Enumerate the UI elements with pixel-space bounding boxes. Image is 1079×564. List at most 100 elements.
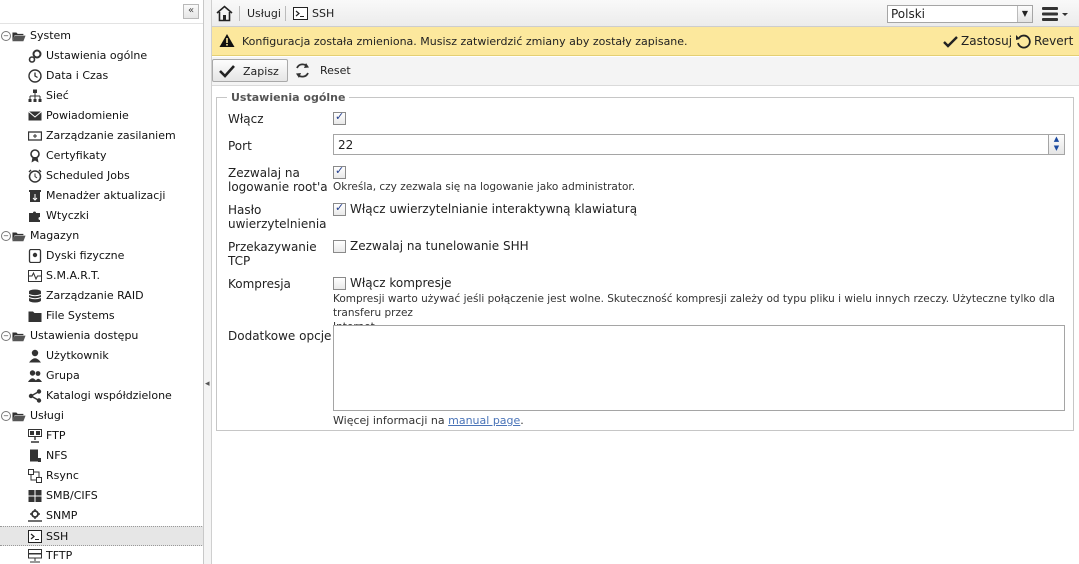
compression-checkbox[interactable] bbox=[333, 277, 346, 290]
reset-button[interactable]: Reset bbox=[292, 59, 362, 82]
home-icon[interactable] bbox=[216, 5, 233, 22]
checkmark-icon bbox=[219, 65, 235, 78]
port-value: 22 bbox=[338, 138, 354, 152]
ftp-icon bbox=[28, 429, 42, 443]
sidebar-item-ssh[interactable]: SSH bbox=[0, 526, 203, 546]
top-bar: Usługi SSH Polski ▼ bbox=[212, 0, 1079, 27]
breadcrumb-ssh[interactable]: SSH bbox=[312, 0, 334, 27]
port-input[interactable]: 22 ▲ ▼ bbox=[333, 134, 1065, 155]
collapse-node-icon[interactable]: − bbox=[1, 331, 11, 341]
more-info-period: . bbox=[520, 414, 524, 427]
sidebar-splitter[interactable]: ◂ bbox=[204, 0, 212, 564]
breadcrumb-separator bbox=[285, 6, 286, 21]
password-auth-checkbox[interactable] bbox=[333, 201, 346, 216]
form-toolbar: Zapisz Reset bbox=[212, 57, 1079, 86]
sidebar-item-label: SSH bbox=[46, 530, 69, 543]
compression-checkbox-label[interactable]: Włącz kompresje bbox=[350, 276, 452, 290]
sidebar-header: « bbox=[0, 0, 203, 24]
sidebar-item-label: FTP bbox=[46, 429, 66, 442]
tcp-forwarding-label-line1: Przekazywanie bbox=[228, 240, 317, 254]
rsync-icon bbox=[28, 469, 42, 483]
fieldset-legend: Ustawienia ogólne bbox=[227, 91, 350, 104]
password-auth-checkbox-label[interactable]: Włącz uwierzytelnianie interaktywną klaw… bbox=[350, 202, 637, 216]
sidebar-item-label: File Systems bbox=[46, 309, 115, 322]
terminal-icon bbox=[293, 7, 308, 20]
compression-label: Kompresja bbox=[228, 277, 291, 291]
tftp-icon bbox=[28, 549, 42, 563]
sidebar-item-label: SMB/CIFS bbox=[46, 489, 98, 502]
sidebar-item-label: Ustawienia dostępu bbox=[30, 329, 139, 342]
sidebar-item-label: Użytkownik bbox=[46, 349, 109, 362]
collapse-node-icon[interactable]: − bbox=[1, 31, 11, 41]
user-icon bbox=[29, 349, 41, 363]
reset-button-label: Reset bbox=[320, 64, 351, 77]
network-icon bbox=[28, 89, 42, 102]
sidebar-item-label: Menadżer aktualizacji bbox=[46, 189, 166, 202]
gears-icon bbox=[28, 49, 42, 63]
root-login-label: Zezwalaj na logowanie root'a bbox=[228, 166, 328, 194]
tcp-forwarding-checkbox[interactable] bbox=[333, 240, 346, 253]
root-login-label-line1: Zezwalaj na bbox=[228, 166, 300, 180]
share-icon bbox=[28, 389, 42, 403]
sidebar-item-label: Wtyczki bbox=[46, 209, 89, 222]
collapse-node-icon[interactable]: − bbox=[1, 231, 11, 241]
splitter-arrow-icon[interactable]: ◂ bbox=[205, 379, 210, 389]
spinner-down-icon[interactable]: ▼ bbox=[1049, 144, 1064, 153]
apply-button[interactable]: Zastosuj bbox=[961, 34, 1012, 48]
sidebar-item-label: Zarządzanie zasilaniem bbox=[46, 129, 176, 142]
revert-button[interactable]: Revert bbox=[1034, 34, 1073, 48]
folder-open-icon bbox=[12, 412, 26, 422]
sidebar-item-label: S.M.A.R.T. bbox=[46, 269, 100, 282]
app-root: « − System Ustawienia ogólne Data i Czas Sie… bbox=[0, 0, 1079, 564]
alert-message: Konfiguracja została zmieniona. Musisz z… bbox=[242, 35, 688, 48]
undo-icon[interactable] bbox=[1015, 33, 1031, 49]
main-menu-button[interactable] bbox=[1040, 6, 1070, 22]
manual-page-link[interactable]: manual page bbox=[448, 414, 520, 427]
folder-icon bbox=[28, 311, 42, 322]
sidebar-item-label: Katalogi współdzielone bbox=[46, 389, 172, 402]
group-icon bbox=[28, 370, 42, 382]
sidebar-item-label: Ustawienia ogólne bbox=[46, 49, 148, 62]
language-selected-value: Polski bbox=[891, 7, 926, 21]
pulse-icon bbox=[28, 270, 42, 282]
breadcrumb-services[interactable]: Usługi bbox=[247, 0, 281, 27]
enable-checkbox[interactable] bbox=[333, 110, 346, 125]
sidebar-item-label: Grupa bbox=[46, 369, 80, 382]
save-button[interactable]: Zapisz bbox=[212, 59, 288, 82]
sidebar-item-label: TFTP bbox=[46, 549, 73, 562]
sidebar-item-label: Powiadomienie bbox=[46, 109, 129, 122]
sidebar-item-label: Certyfikaty bbox=[46, 149, 107, 162]
certificate-icon bbox=[30, 149, 40, 163]
folder-open-icon bbox=[12, 332, 26, 342]
sidebar-item-label: Usługi bbox=[30, 409, 64, 422]
power-icon bbox=[28, 131, 42, 141]
password-auth-label: Hasło uwierzytelnienia bbox=[228, 203, 327, 231]
root-login-checkbox[interactable] bbox=[333, 164, 346, 179]
tcp-forwarding-checkbox-label[interactable]: Zezwalaj na tunelowanie SHH bbox=[350, 239, 529, 253]
main-panel: Usługi SSH Polski ▼ Konfiguracja została… bbox=[212, 0, 1079, 564]
sidebar-item-label: Zarządzanie RAID bbox=[46, 289, 144, 302]
extra-options-textarea[interactable] bbox=[333, 325, 1065, 411]
language-select[interactable]: Polski ▼ bbox=[887, 5, 1033, 23]
more-info-prefix: Więcej informacji na bbox=[333, 414, 445, 427]
root-login-help: Określa, czy zezwala się na logowanie ja… bbox=[333, 181, 636, 193]
enable-label: Włącz bbox=[228, 112, 264, 126]
port-spinner[interactable]: ▲ ▼ bbox=[1048, 135, 1064, 154]
hamburger-menu-icon[interactable] bbox=[1040, 6, 1070, 22]
more-info-text: Więcej informacji na manual page. bbox=[333, 414, 524, 428]
refresh-icon bbox=[296, 63, 309, 78]
folder-open-icon bbox=[12, 32, 26, 42]
nfs-icon bbox=[30, 449, 41, 462]
checkmark-icon[interactable] bbox=[943, 35, 958, 48]
sidebar-item-label: SNMP bbox=[46, 509, 78, 522]
root-login-label-line2: logowanie root'a bbox=[228, 180, 328, 194]
collapse-sidebar-button[interactable]: « bbox=[183, 4, 199, 19]
spinner-up-icon[interactable]: ▲ bbox=[1049, 135, 1064, 144]
sidebar-item-label: Data i Czas bbox=[46, 69, 109, 82]
sidebar-item-label: Dyski fizyczne bbox=[46, 249, 125, 262]
pending-changes-alert: Konfiguracja została zmieniona. Musisz z… bbox=[212, 27, 1079, 56]
tcp-forwarding-label-line2: TCP bbox=[228, 254, 251, 268]
chevron-down-icon[interactable]: ▼ bbox=[1017, 6, 1032, 22]
puzzle-icon bbox=[29, 211, 40, 222]
collapse-node-icon[interactable]: − bbox=[1, 411, 11, 421]
